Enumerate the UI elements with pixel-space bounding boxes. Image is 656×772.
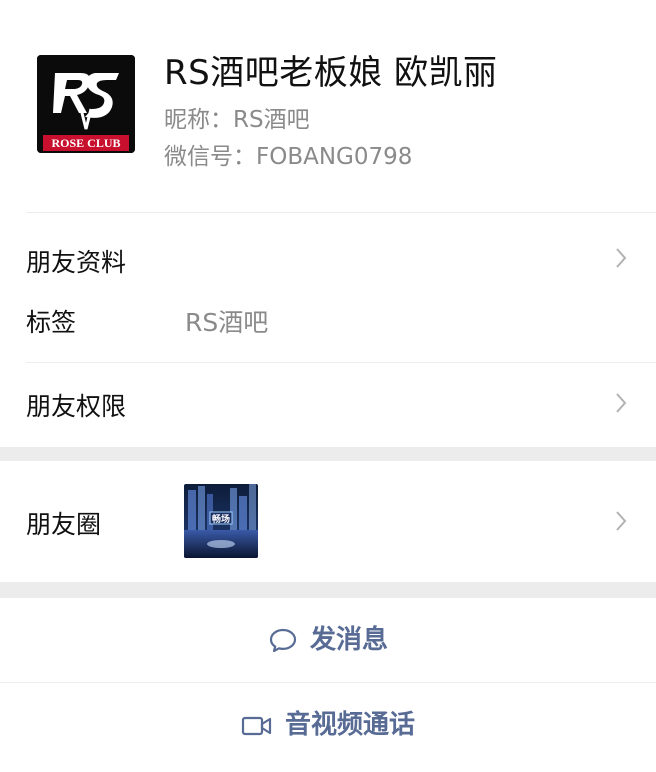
avatar[interactable]: ROSE CLUB: [37, 55, 135, 153]
avatar-club-text: ROSE CLUB: [51, 136, 120, 150]
moments-label: 朋友圈: [26, 510, 102, 539]
wechat-id: 微信号：FOBANG0798: [164, 144, 413, 170]
moments-thumb-text: 畅场: [212, 513, 230, 525]
tags-value: RS酒吧: [185, 308, 269, 337]
moments-row[interactable]: 朋友圈: [0, 461, 656, 582]
send-message-label: 发消息: [309, 625, 388, 655]
friend-permissions-label: 朋友权限: [26, 392, 127, 421]
section-gap: [0, 582, 656, 598]
section-gap: [0, 447, 656, 461]
tags-row: 标签 RS酒吧: [0, 295, 656, 361]
display-name: RS酒吧老板娘 欧凯丽: [164, 53, 498, 93]
moments-photo: 畅场: [184, 484, 258, 558]
nickname: 昵称：RS酒吧: [164, 107, 310, 133]
friend-permissions-row[interactable]: 朋友权限: [0, 363, 656, 447]
friend-info-row[interactable]: 朋友资料: [0, 213, 656, 295]
send-message-button[interactable]: 发消息: [0, 598, 656, 682]
tags-label: 标签: [26, 308, 77, 337]
rose-club-logo: ROSE CLUB: [37, 55, 135, 153]
chevron-right-icon: [616, 248, 627, 268]
video-camera-icon: [241, 716, 272, 735]
friend-info-label: 朋友资料: [26, 248, 127, 277]
audio-video-call-label: 音视频通话: [284, 710, 415, 740]
chevron-right-icon: [616, 393, 627, 413]
moments-thumbnail[interactable]: 畅场: [184, 484, 258, 558]
audio-video-call-button[interactable]: 音视频通话: [0, 683, 656, 768]
chat-bubble-icon: [269, 628, 297, 653]
chevron-right-icon: [616, 511, 627, 531]
